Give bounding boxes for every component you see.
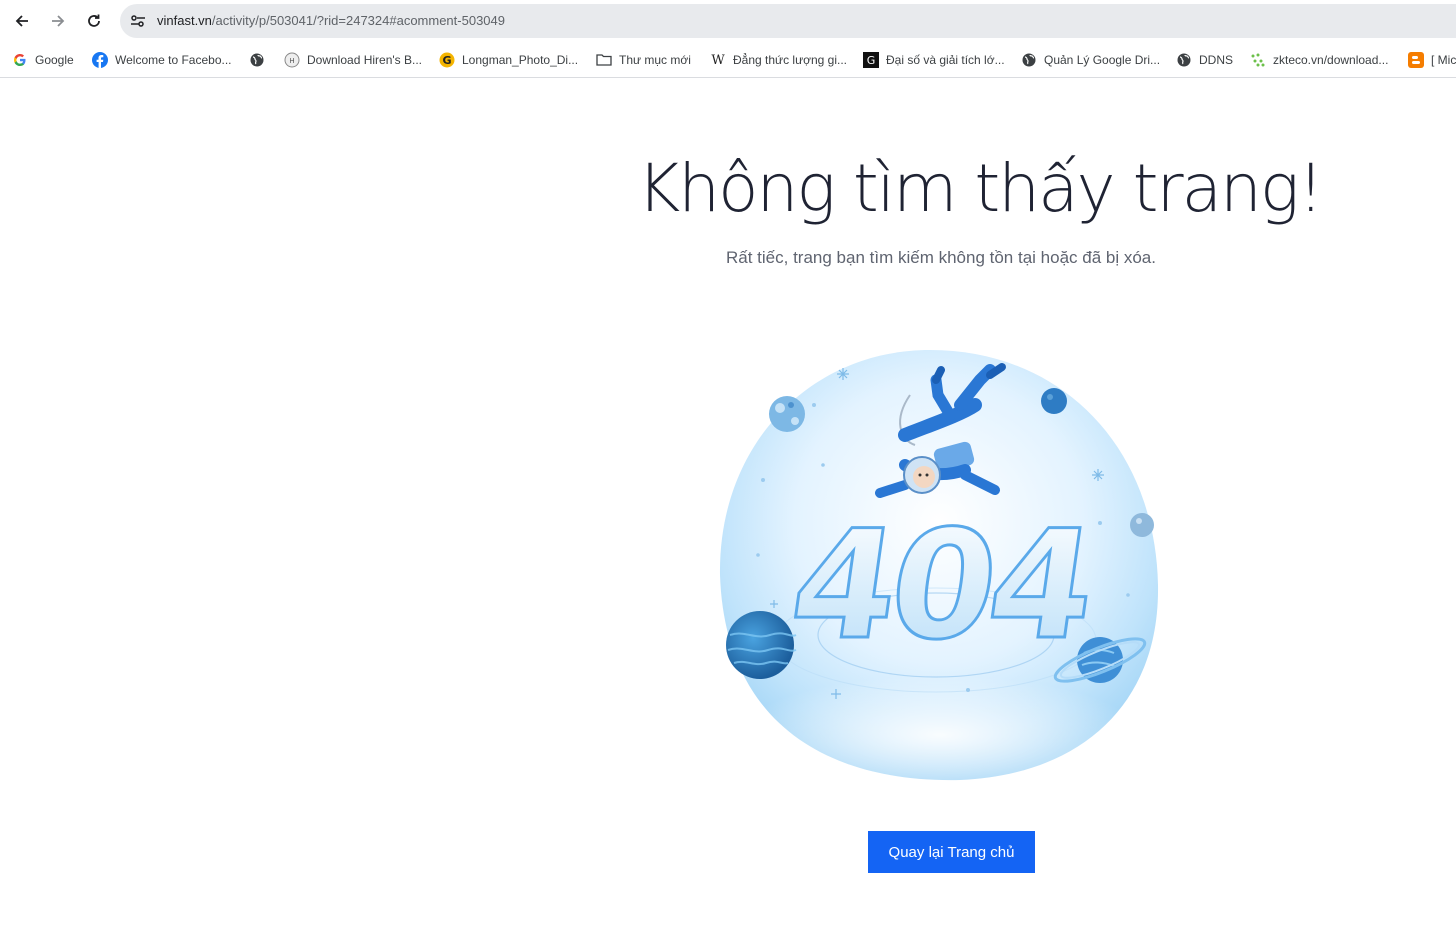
- bookmark-label: zkteco.vn/download...: [1273, 53, 1389, 67]
- bookmark-hirens[interactable]: H Download Hiren's B...: [284, 50, 422, 70]
- bookmark-label: Welcome to Facebo...: [115, 53, 232, 67]
- bookmark-wikipedia[interactable]: W Đẳng thức lượng gi...: [710, 50, 847, 70]
- back-button[interactable]: [8, 7, 36, 35]
- bookmark-google-drive[interactable]: Quản Lý Google Dri...: [1021, 50, 1160, 70]
- bookmark-longman[interactable]: G Longman_Photo_Di...: [439, 50, 578, 70]
- bookmark-label: Longman_Photo_Di...: [462, 53, 579, 67]
- bookmark-folder[interactable]: Thư mục mới: [596, 50, 691, 70]
- bookmark-zkteco[interactable]: zkteco.vn/download...: [1250, 50, 1388, 70]
- globe-icon: [1176, 52, 1192, 68]
- forward-button[interactable]: [44, 7, 72, 35]
- bookmark-label: Đại số và giải tích lớ...: [886, 53, 1005, 67]
- 404-text: 404: [781, 498, 1101, 673]
- globe-icon: [249, 52, 265, 68]
- site-settings-icon[interactable]: [129, 12, 147, 30]
- arrow-left-icon: [15, 15, 28, 27]
- bookmark-blogger[interactable]: [ Mic: [1408, 50, 1456, 70]
- globe-icon: [1021, 52, 1037, 68]
- zkteco-icon: [1250, 52, 1266, 68]
- g-black-icon: G: [863, 52, 879, 68]
- url-host: vinfast.vn: [157, 13, 212, 28]
- page-title: Không tìm thấy trang!: [637, 150, 1324, 227]
- wikipedia-icon: W: [711, 52, 725, 68]
- arrow-right-icon: [52, 15, 65, 27]
- facebook-icon: [92, 52, 108, 68]
- page-subtitle: Rất tiếc, trang bạn tìm kiếm không tồn t…: [726, 248, 1156, 267]
- bookmark-label: Download Hiren's B...: [307, 53, 423, 67]
- url-path: /activity/p/503041/?rid=247324#acomment-…: [211, 13, 505, 28]
- g-icon: G: [439, 52, 455, 68]
- 404-illustration: 404: [700, 335, 1180, 795]
- bookmark-dai-so[interactable]: G Đại số và giải tích lớ...: [863, 50, 1005, 70]
- folder-icon: [596, 52, 612, 68]
- address-bar[interactable]: vinfast.vn/activity/p/503041/?rid=247324…: [120, 4, 1456, 38]
- bookmark-label: DDNS: [1199, 53, 1234, 67]
- home-button[interactable]: Quay lại Trang chủ: [868, 831, 1035, 873]
- reload-button[interactable]: [80, 7, 108, 35]
- bookmark-facebook[interactable]: Welcome to Facebo...: [92, 50, 232, 70]
- bookmark-google[interactable]: Google: [12, 50, 74, 70]
- bookmark-label: Thư mục mới: [619, 53, 691, 67]
- bookmark-globe[interactable]: [249, 50, 265, 70]
- bookmark-label: Google: [35, 53, 74, 67]
- bookmark-label: Đẳng thức lượng gi...: [733, 53, 847, 67]
- browser-toolbar: vinfast.vn/activity/p/503041/?rid=247324…: [0, 0, 1456, 42]
- svg-text:G: G: [442, 54, 451, 67]
- reload-icon: [88, 14, 100, 27]
- bookmark-label: [ Mic: [1431, 53, 1456, 67]
- blogger-icon: [1408, 52, 1424, 68]
- hirens-icon: H: [284, 52, 300, 68]
- google-icon: [12, 52, 28, 68]
- bookmarks-bar: Google Welcome to Facebo... H Download H…: [0, 42, 1456, 78]
- bookmark-ddns[interactable]: DDNS: [1176, 50, 1233, 70]
- url-text[interactable]: vinfast.vn/activity/p/503041/?rid=247324…: [157, 13, 505, 28]
- svg-text:G: G: [867, 54, 876, 67]
- bookmark-label: Quản Lý Google Dri...: [1044, 53, 1161, 67]
- svg-text:H: H: [289, 57, 294, 65]
